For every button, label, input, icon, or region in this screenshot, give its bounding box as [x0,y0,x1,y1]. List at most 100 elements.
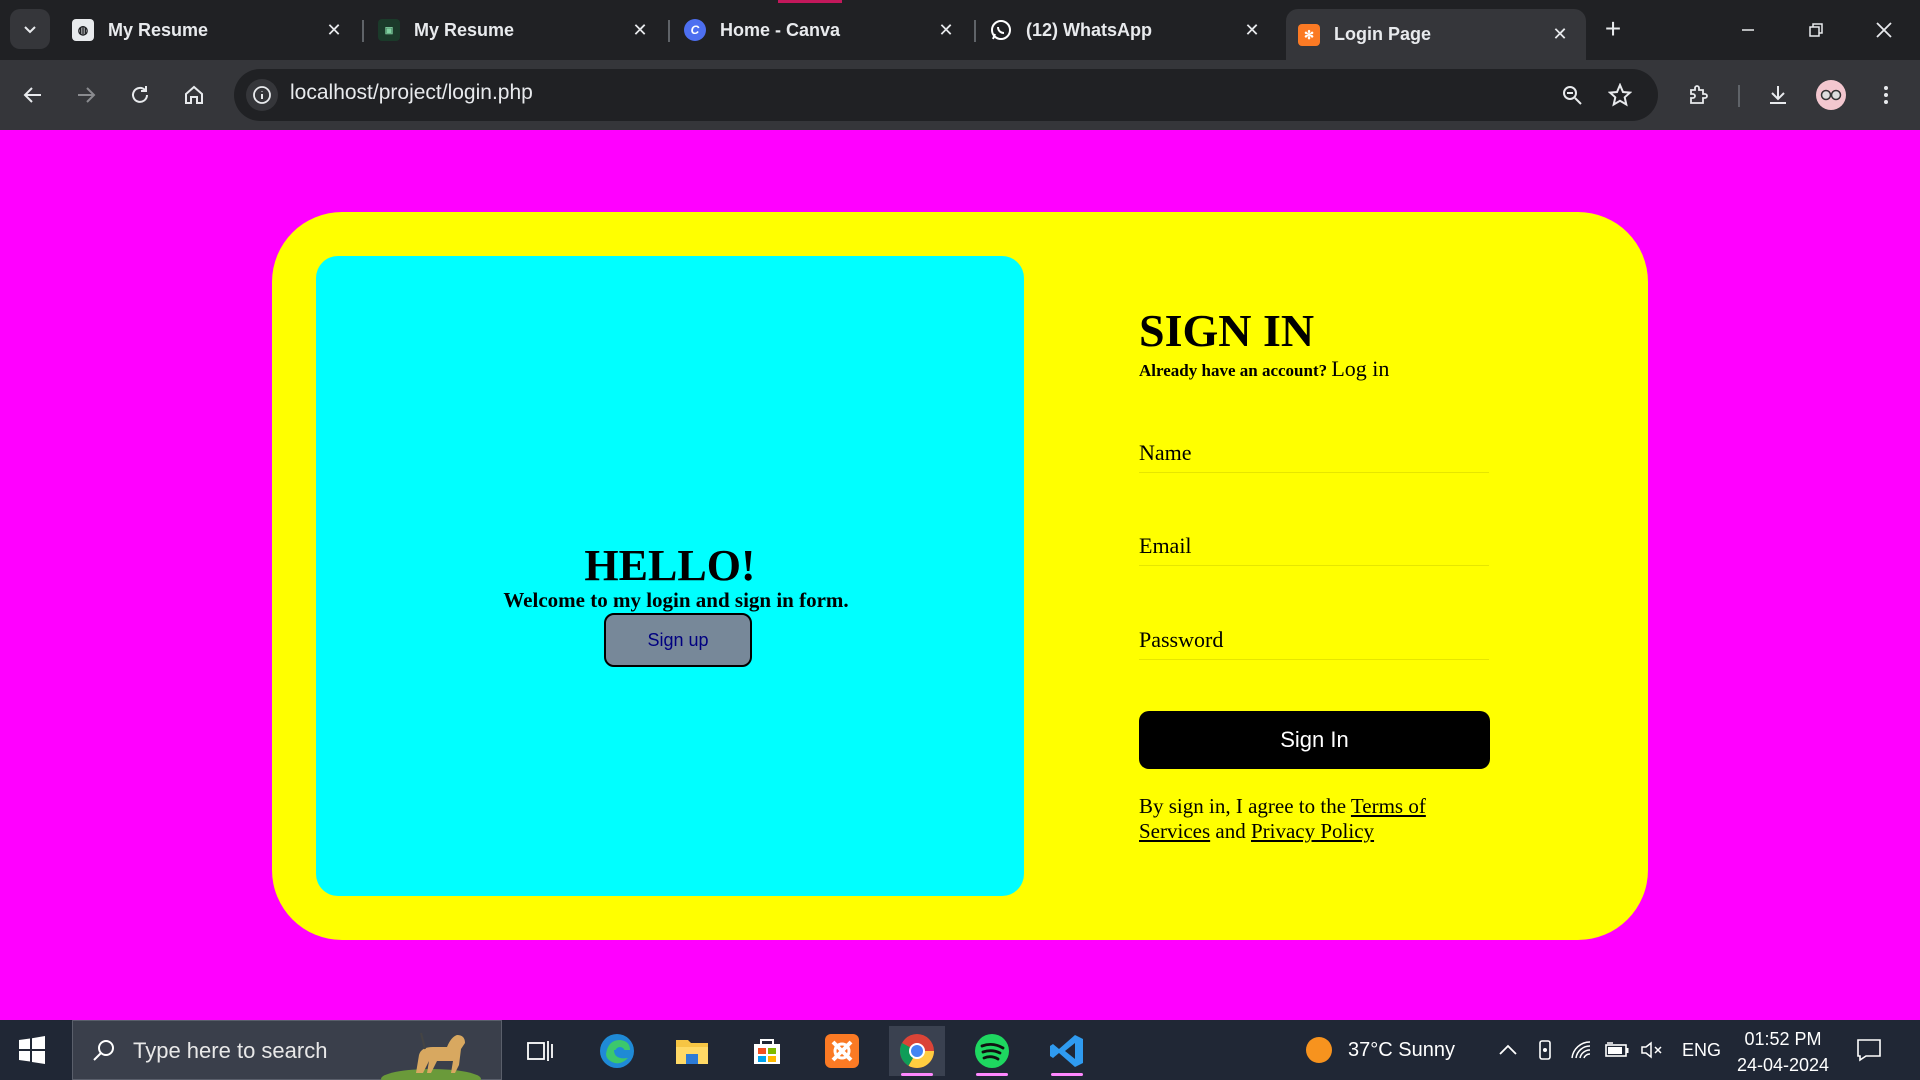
windows-start-button[interactable] [18,1036,46,1064]
restore-icon [1809,23,1823,37]
notification-icon [1857,1039,1881,1062]
tab-my-resume-1[interactable]: ◍ My Resume ✕ [60,9,360,51]
new-tab-button[interactable]: + [1598,13,1628,44]
close-icon[interactable]: ✕ [1548,23,1572,47]
reload-icon [132,86,148,103]
tab-title: Home - Canva [720,19,841,40]
login-link[interactable]: Log in [1331,356,1389,381]
address-bar[interactable]: localhost/project/login.php [234,69,1658,121]
xampp-app[interactable] [814,1026,870,1076]
chrome-app[interactable] [889,1026,945,1076]
tab-title: Login Page [1334,24,1432,44]
file-explorer-app[interactable] [664,1026,720,1076]
name-field[interactable] [1139,433,1489,473]
signup-button[interactable]: Sign up [604,613,752,667]
folder-icon [676,1040,708,1064]
close-icon[interactable]: ✕ [934,18,958,42]
terms-notice: By sign in, I agree to the Terms of Serv… [1139,794,1499,844]
hello-heading: HELLO! [584,541,756,590]
task-view-button[interactable] [512,1026,568,1076]
more-vertical-icon [1884,86,1888,104]
browser-toolbar: localhost/project/login.php [0,60,1920,130]
toolbar-separator [1738,85,1740,107]
site-info-icon[interactable] [246,79,278,111]
canva-favicon-icon: C [684,19,706,41]
sun-icon [1306,1037,1332,1063]
store-icon [754,1039,780,1064]
network-tray[interactable] [1570,1020,1594,1080]
already-account-text: Already have an account? [1139,361,1328,380]
avatar-glasses-icon [1820,89,1842,101]
battery-tray[interactable] [1604,1020,1630,1080]
zoom-icon[interactable] [1556,79,1588,111]
restore-button[interactable] [1796,10,1836,50]
windows-logo-icon [19,1036,45,1064]
wifi-icon [1571,1041,1591,1059]
spotify-app[interactable] [964,1026,1020,1076]
xampp-icon [825,1034,859,1068]
tab-whatsapp[interactable]: (12) WhatsApp ✕ [978,9,1278,51]
battery-icon [1605,1042,1629,1057]
tab-separator [974,20,976,42]
signin-button[interactable]: Sign In [1139,711,1490,769]
back-button[interactable] [13,75,53,115]
volume-tray[interactable] [1640,1020,1664,1080]
weather-widget[interactable]: 37°C Sunny [1304,1020,1455,1080]
vscode-app[interactable] [1039,1026,1095,1076]
resume-favicon-icon: ◍ [72,19,94,41]
chrome-icon [900,1034,934,1068]
active-app-indicator [1051,1073,1083,1076]
extensions-button[interactable] [1679,75,1719,115]
terms-prefix: By sign in, I agree to the [1139,794,1347,818]
tab-strip: ◍ My Resume ✕ ▣ My Resume ✕ C Home - Can… [0,0,1920,60]
home-icon [185,85,203,104]
already-account-line: Already have an account? Log in [1139,356,1389,382]
close-icon [1876,22,1892,38]
password-field[interactable] [1139,620,1489,660]
privacy-link[interactable]: Privacy Policy [1251,819,1374,843]
home-button[interactable] [174,75,214,115]
forward-button[interactable] [66,75,106,115]
tab-login-page[interactable]: ✻ Login Page ✕ [1286,9,1586,60]
xampp-favicon-icon: ✻ [1298,23,1320,46]
notifications-button[interactable] [1856,1020,1882,1080]
reload-button[interactable] [120,75,160,115]
close-icon[interactable]: ✕ [628,18,652,42]
chevron-down-icon [24,26,36,34]
email-field[interactable] [1139,526,1489,566]
tab-search-button[interactable] [10,9,50,49]
profile-avatar[interactable] [1816,80,1846,110]
welcome-text: Welcome to my login and sign in form. [503,588,849,612]
chevron-up-icon [1499,1044,1517,1055]
language-indicator[interactable]: ENG [1682,1020,1721,1080]
minimize-button[interactable] [1728,10,1768,50]
microsoft-store-app[interactable] [739,1026,795,1076]
close-window-button[interactable] [1864,10,1904,50]
camera-icon [1539,1040,1551,1060]
welcome-panel: HELLO! Welcome to my login and sign in f… [316,256,1024,896]
close-icon[interactable]: ✕ [322,18,346,42]
spotify-icon [975,1034,1009,1068]
tab-separator [362,20,364,42]
arrow-left-icon [23,87,41,103]
bookmark-star-icon[interactable] [1604,79,1636,111]
download-icon [1770,86,1786,104]
meet-now-tray[interactable] [1536,1020,1556,1080]
clock-date: 24-04-2024 [1736,1055,1830,1075]
downloads-button[interactable] [1758,75,1798,115]
tab-my-resume-2[interactable]: ▣ My Resume ✕ [366,9,666,51]
close-icon[interactable]: ✕ [1240,18,1264,42]
minimize-icon [1742,29,1754,31]
windows-taskbar: Type here to search 37°C Sunny ENG 01:52… [0,1020,1920,1080]
clock[interactable]: 01:52 PM 24-04-2024 [1728,1026,1838,1078]
tab-canva[interactable]: C Home - Canva ✕ [672,9,972,51]
show-hidden-icons[interactable] [1498,1020,1518,1080]
tab-title: My Resume [414,19,515,40]
edge-app[interactable] [589,1026,645,1076]
puzzle-icon [1690,85,1708,104]
menu-button[interactable] [1866,75,1906,115]
active-app-indicator [901,1073,933,1076]
search-highlight-dog-icon [381,1032,481,1080]
taskbar-search[interactable]: Type here to search [72,1020,502,1080]
tab-title: (12) WhatsApp [1026,19,1152,40]
